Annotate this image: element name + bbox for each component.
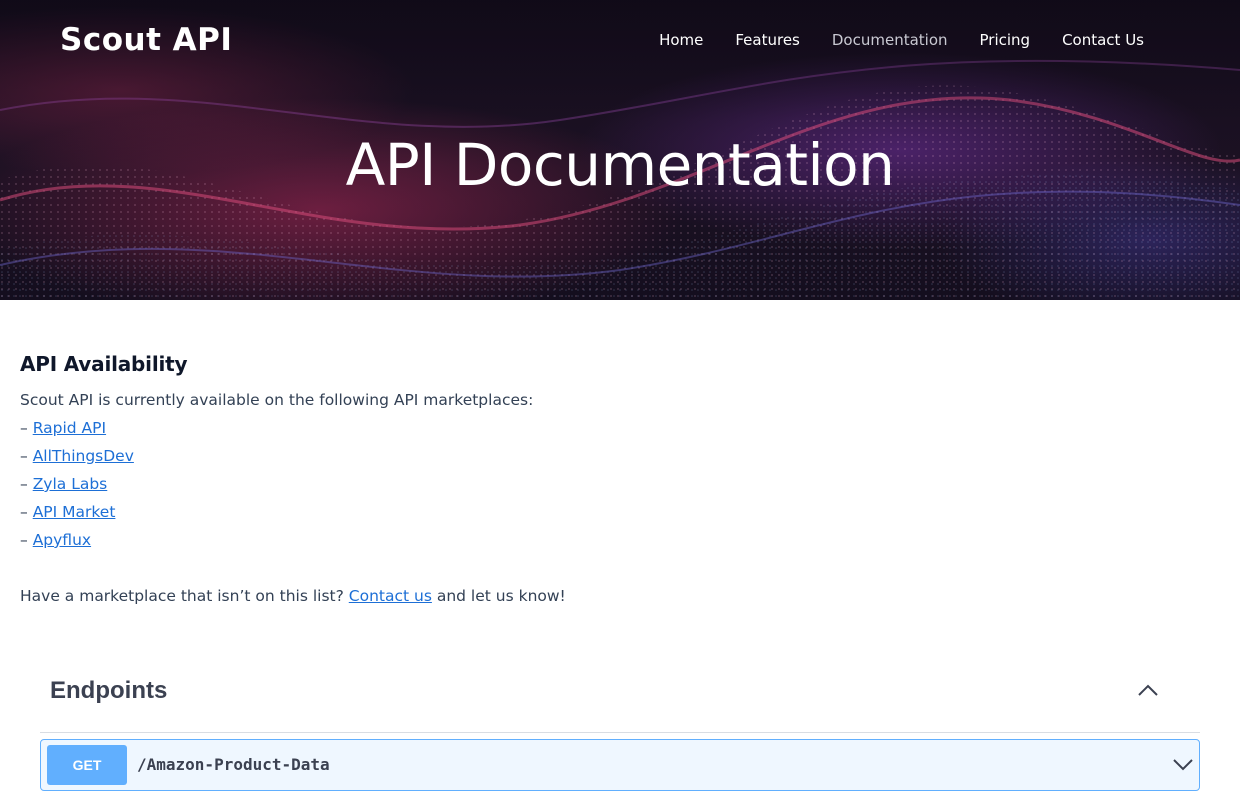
list-item: – AllThingsDev bbox=[20, 442, 1220, 470]
marketplace-link-zyla-labs[interactable]: Zyla Labs bbox=[33, 475, 108, 493]
contact-prompt-suffix: and let us know! bbox=[431, 587, 566, 605]
http-method-badge: GET bbox=[47, 745, 127, 785]
site-logo[interactable]: Scout API bbox=[60, 20, 232, 60]
list-bullet: – bbox=[20, 503, 33, 521]
endpoint-path: /Amazon-Product-Data bbox=[137, 755, 330, 774]
page-title: API Documentation bbox=[345, 131, 895, 199]
nav-home[interactable]: Home bbox=[659, 28, 703, 52]
nav-contact-us[interactable]: Contact Us bbox=[1062, 28, 1144, 52]
hero-banner: Scout API Home Features Documentation Pr… bbox=[0, 0, 1240, 300]
list-item: – API Market bbox=[20, 498, 1220, 526]
endpoint-row-get-amazon-product-data[interactable]: GET /Amazon-Product-Data bbox=[40, 739, 1200, 791]
marketplace-link-rapid-api[interactable]: Rapid API bbox=[33, 419, 106, 437]
chevron-up-icon[interactable] bbox=[1136, 680, 1160, 700]
contact-prompt: Have a marketplace that isn’t on this li… bbox=[20, 582, 1220, 610]
chevron-down-icon[interactable] bbox=[1171, 755, 1195, 775]
endpoints-header[interactable]: Endpoints bbox=[40, 660, 1200, 733]
list-item: – Apyflux bbox=[20, 526, 1220, 554]
marketplace-link-apyflux[interactable]: Apyflux bbox=[33, 531, 91, 549]
section-title: API Availability bbox=[20, 352, 188, 376]
list-item: – Rapid API bbox=[20, 414, 1220, 442]
endpoints-section: Endpoints GET /Amazon-Product-Data bbox=[40, 660, 1200, 791]
main-nav: Home Features Documentation Pricing Cont… bbox=[659, 28, 1144, 52]
api-availability-section: API Availability Scout API is currently … bbox=[20, 348, 1220, 610]
list-bullet: – bbox=[20, 475, 33, 493]
list-item: – Zyla Labs bbox=[20, 470, 1220, 498]
contact-prompt-prefix: Have a marketplace that isn’t on this li… bbox=[20, 587, 349, 605]
availability-intro: Scout API is currently available on the … bbox=[20, 391, 534, 409]
marketplace-link-api-market[interactable]: API Market bbox=[33, 503, 116, 521]
nav-pricing[interactable]: Pricing bbox=[980, 28, 1031, 52]
list-bullet: – bbox=[20, 531, 33, 549]
list-bullet: – bbox=[20, 447, 33, 465]
list-bullet: – bbox=[20, 419, 33, 437]
endpoints-title: Endpoints bbox=[50, 677, 168, 704]
nav-features[interactable]: Features bbox=[735, 28, 800, 52]
marketplace-link-allthingsdev[interactable]: AllThingsDev bbox=[33, 447, 134, 465]
nav-documentation[interactable]: Documentation bbox=[832, 28, 948, 52]
contact-us-link[interactable]: Contact us bbox=[349, 587, 432, 605]
